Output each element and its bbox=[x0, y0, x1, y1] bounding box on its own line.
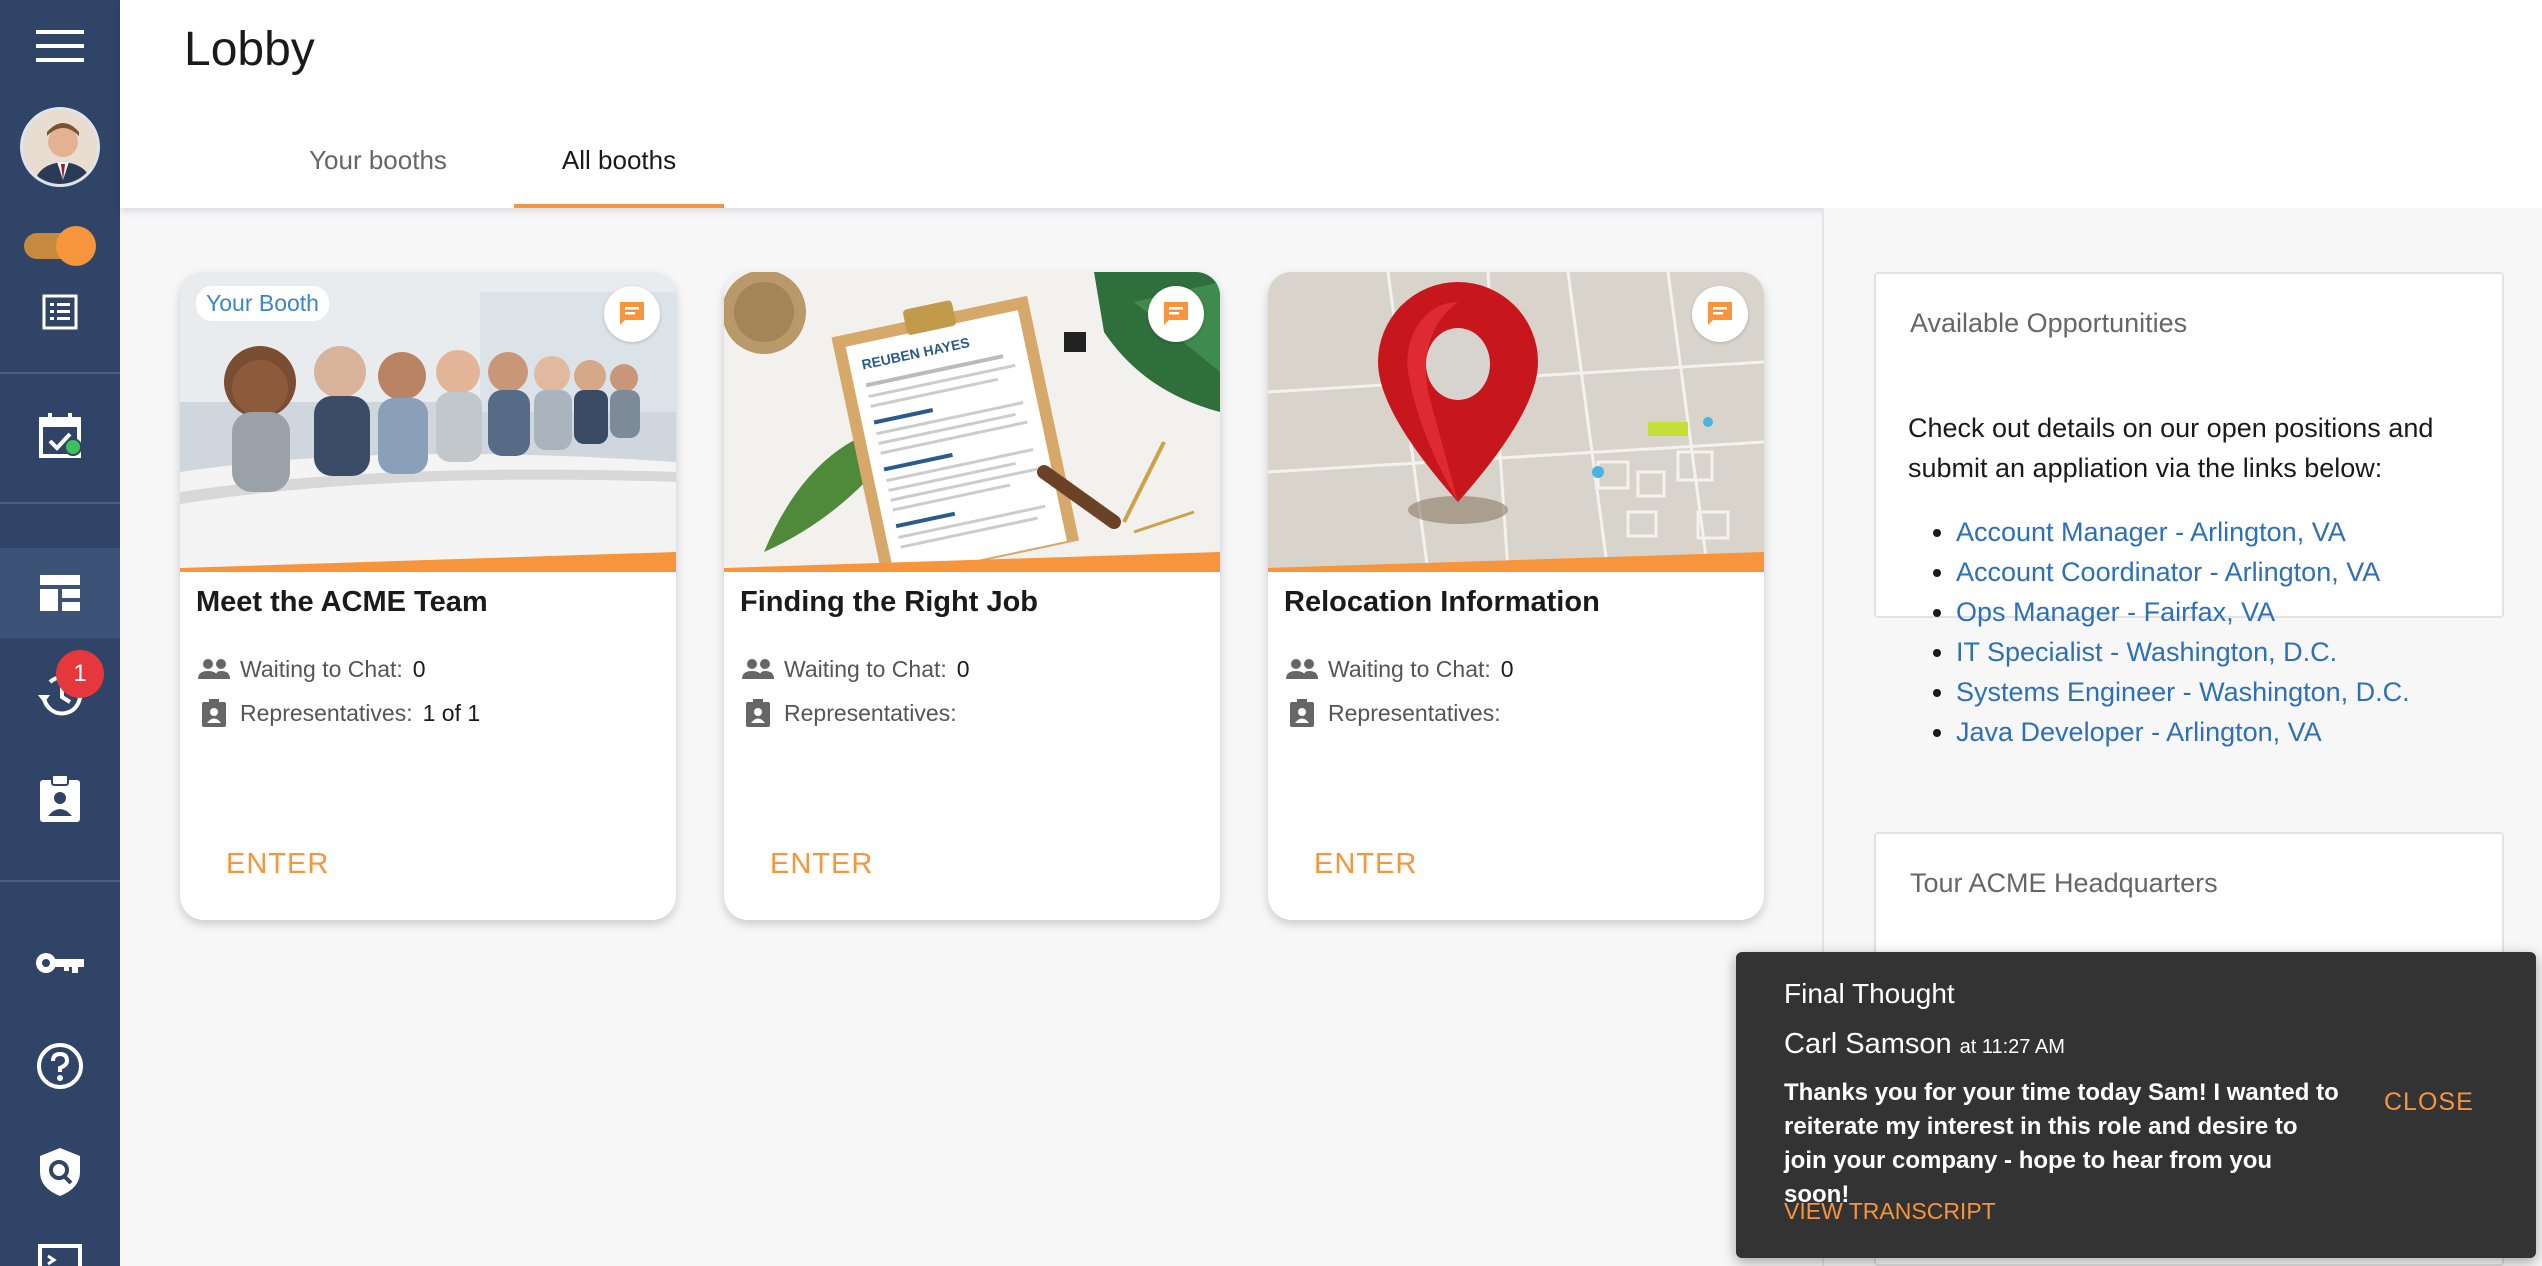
booth-chat-button[interactable] bbox=[1148, 286, 1204, 342]
sidebar-divider bbox=[0, 372, 120, 374]
shield-search-icon bbox=[40, 1148, 80, 1196]
view-transcript-link[interactable]: VIEW TRANSCRIPT bbox=[1784, 1198, 1996, 1225]
chat-icon bbox=[1708, 302, 1732, 325]
sidebar-nav: 1 bbox=[0, 0, 120, 1266]
booth-chat-button[interactable] bbox=[604, 286, 660, 342]
toast-time: at 11:27 AM bbox=[1959, 1036, 2065, 1058]
toast-sender-line: Carl Samson at 11:27 AM bbox=[1784, 1028, 2065, 1061]
key-icon bbox=[36, 953, 84, 973]
waiting-row: Waiting to Chat: 0 bbox=[196, 654, 426, 684]
enter-button[interactable]: ENTER bbox=[770, 848, 873, 881]
close-button[interactable]: CLOSE bbox=[2384, 1088, 2474, 1117]
sidebar-item-help[interactable] bbox=[0, 1036, 120, 1096]
job-link[interactable]: Ops Manager - Fairfax, VA bbox=[1956, 597, 2275, 627]
avatar bbox=[20, 107, 100, 187]
dashboard-icon bbox=[40, 575, 80, 611]
booth-card: Your Booth Meet the ACME Team Waiting to… bbox=[180, 272, 676, 920]
waiting-value: 0 bbox=[412, 655, 426, 682]
waiting-label: Waiting to Chat: bbox=[1328, 655, 1491, 682]
sidebar-item-access[interactable] bbox=[0, 936, 120, 990]
booth-card: REUBEN HAYES Finding the Right Job Waiti… bbox=[724, 272, 1220, 920]
profile-button[interactable] bbox=[0, 104, 120, 190]
reps-row: Representatives: bbox=[740, 698, 967, 728]
job-link[interactable]: Account Coordinator - Arlington, VA bbox=[1956, 557, 2380, 587]
booth-chat-button[interactable] bbox=[1692, 286, 1748, 342]
list-icon bbox=[42, 294, 78, 330]
chat-icon bbox=[620, 302, 644, 325]
menu-icon bbox=[36, 30, 84, 62]
list-item: Account Manager - Arlington, VA bbox=[1956, 512, 2410, 552]
sidebar-divider bbox=[0, 502, 120, 504]
sidebar-item-badge[interactable] bbox=[0, 768, 120, 830]
job-link[interactable]: Systems Engineer - Washington, D.C. bbox=[1956, 677, 2410, 707]
waiting-value: 0 bbox=[1500, 655, 1514, 682]
booth-title: Relocation Information bbox=[1284, 586, 1600, 618]
sidebar-divider bbox=[0, 880, 120, 882]
tab-all-booths[interactable]: All booths bbox=[514, 128, 724, 208]
reps-label: Representatives: bbox=[240, 699, 413, 726]
help-icon bbox=[37, 1043, 83, 1089]
badge-icon bbox=[1290, 699, 1314, 727]
sidebar-item-console[interactable] bbox=[0, 1240, 120, 1266]
toast-title: Final Thought bbox=[1784, 978, 1955, 1009]
your-booth-tag: Your Booth bbox=[196, 286, 329, 321]
sidebar-item-agenda[interactable] bbox=[0, 286, 120, 338]
booth-title: Finding the Right Job bbox=[740, 586, 1039, 618]
people-icon bbox=[742, 659, 774, 679]
booth-image-resume: REUBEN HAYES bbox=[724, 272, 1220, 572]
sidebar-item-privacy[interactable] bbox=[0, 1140, 120, 1204]
page-header: Lobby Your booths All booths bbox=[120, 0, 2542, 208]
toast-message: Thanks you for your time today Sam! I wa… bbox=[1784, 1079, 2339, 1208]
sidebar-item-history[interactable]: 1 bbox=[0, 650, 120, 730]
list-item: Account Coordinator - Arlington, VA bbox=[1956, 552, 2410, 592]
notification-badge: 1 bbox=[56, 650, 104, 698]
toggle-switch bbox=[24, 226, 96, 266]
list-item: Ops Manager - Fairfax, VA bbox=[1956, 592, 2410, 632]
toast-sender: Carl Samson bbox=[1784, 1028, 1952, 1060]
waiting-row: Waiting to Chat: 0 bbox=[1284, 654, 1514, 684]
reps-row: Representatives: bbox=[1284, 698, 1511, 728]
enter-button[interactable]: ENTER bbox=[1314, 848, 1417, 881]
reps-value: 1 of 1 bbox=[422, 699, 481, 726]
sidebar-item-lobby[interactable] bbox=[0, 548, 120, 638]
people-icon bbox=[198, 659, 230, 679]
booth-image-map bbox=[1268, 272, 1764, 572]
tab-your-booths[interactable]: Your booths bbox=[280, 128, 476, 208]
list-item: IT Specialist - Washington, D.C. bbox=[1956, 632, 2410, 672]
message-toast: Final Thought Carl Samson at 11:27 AM Tha… bbox=[1736, 952, 2536, 1258]
reps-label: Representatives: bbox=[1328, 699, 1501, 726]
waiting-row: Waiting to Chat: 0 bbox=[740, 654, 970, 684]
page-title: Lobby bbox=[184, 23, 315, 76]
chat-icon bbox=[1164, 302, 1188, 325]
opportunities-card: Available Opportunities Check out detail… bbox=[1874, 272, 2504, 747]
online-status-dot bbox=[64, 438, 82, 456]
people-icon bbox=[1286, 659, 1318, 679]
waiting-label: Waiting to Chat: bbox=[240, 655, 403, 682]
waiting-value: 0 bbox=[956, 655, 970, 682]
list-item: Systems Engineer - Washington, D.C. bbox=[1956, 672, 2410, 712]
job-link[interactable]: Java Developer - Arlington, VA bbox=[1956, 717, 2322, 747]
badge-icon bbox=[746, 699, 770, 727]
tour-title: Tour ACME Headquarters bbox=[1910, 868, 2218, 898]
availability-toggle[interactable] bbox=[0, 222, 120, 266]
badge-icon bbox=[202, 699, 226, 727]
job-link[interactable]: Account Manager - Arlington, VA bbox=[1956, 517, 2346, 547]
enter-button[interactable]: ENTER bbox=[226, 848, 329, 881]
terminal-icon bbox=[38, 1244, 82, 1266]
booth-image-team: Your Booth bbox=[180, 272, 676, 572]
sidebar-item-schedule[interactable] bbox=[0, 400, 120, 470]
menu-button[interactable] bbox=[0, 18, 120, 74]
opportunities-list: Account Manager - Arlington, VA Account … bbox=[1956, 512, 2410, 752]
opportunities-title: Available Opportunities bbox=[1910, 308, 2188, 338]
reps-row: Representatives: 1 of 1 bbox=[196, 698, 480, 728]
job-link[interactable]: IT Specialist - Washington, D.C. bbox=[1956, 637, 2337, 667]
waiting-label: Waiting to Chat: bbox=[784, 655, 947, 682]
reps-label: Representatives: bbox=[784, 699, 957, 726]
booth-title: Meet the ACME Team bbox=[196, 586, 488, 618]
list-item: Java Developer - Arlington, VA bbox=[1956, 712, 2410, 752]
badge-icon bbox=[40, 774, 80, 822]
opportunities-description: Check out details on our open positions … bbox=[1908, 413, 2434, 483]
booth-card: Relocation Information Waiting to Chat: … bbox=[1268, 272, 1764, 920]
